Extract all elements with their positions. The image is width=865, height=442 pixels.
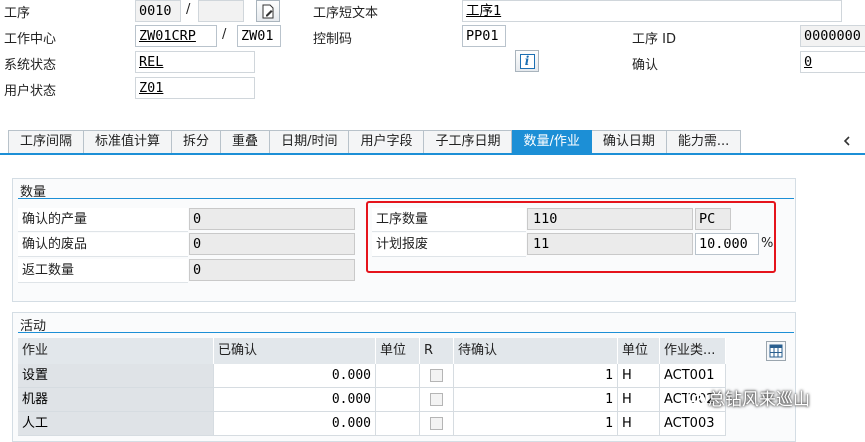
watermark-text: 总钻风来巡山 <box>708 390 810 410</box>
col-header-confirmed[interactable]: 已确认 <box>214 338 376 364</box>
work-center-field[interactable]: ZW01CRP <box>135 25 217 47</box>
r-checkbox[interactable] <box>430 393 443 406</box>
table-row-3-confirmed[interactable]: 0.000 <box>214 412 376 436</box>
op-short-text-field[interactable]: 工序1 <box>462 0 842 22</box>
tab-op-interval[interactable]: 工序间隔 <box>8 130 85 154</box>
table-row-2-remaining[interactable]: 1 <box>454 388 618 412</box>
confirmed-yield-label: 确认的产量 <box>18 208 188 232</box>
confirmed-scrap-field: 0 <box>189 233 355 255</box>
rework-qty-label: 返工数量 <box>18 259 188 283</box>
control-key-label: 控制码 <box>313 32 353 47</box>
info-button[interactable]: i <box>515 50 539 72</box>
operation-label: 工序 <box>4 6 31 21</box>
table-row-2-confirmed[interactable]: 0.000 <box>214 388 376 412</box>
rework-qty-field: 0 <box>189 259 355 281</box>
table-row-1-activity: 设置 <box>18 364 214 388</box>
confirm-field[interactable]: 0 <box>800 51 865 73</box>
table-row-1-remaining[interactable]: 1 <box>454 364 618 388</box>
table-row-2-r[interactable] <box>420 388 454 412</box>
table-settings-button[interactable] <box>766 341 786 361</box>
table-row-3-unit2[interactable]: H <box>618 412 660 436</box>
confirmed-yield-field: 0 <box>189 208 355 230</box>
system-status-label: 系统状态 <box>4 58 57 73</box>
col-header-unit2[interactable]: 单位 <box>618 338 660 364</box>
wechat-icon <box>686 389 706 410</box>
tab-split[interactable]: 拆分 <box>172 130 222 154</box>
user-status-label: 用户状态 <box>4 84 57 99</box>
tab-confirm-dates[interactable]: 确认日期 <box>591 130 667 154</box>
table-row-3-r[interactable] <box>420 412 454 436</box>
table-row-1-unit2[interactable]: H <box>618 364 660 388</box>
table-row-3-activity: 人工 <box>18 412 214 436</box>
confirmed-scrap-label: 确认的废品 <box>18 233 188 257</box>
tab-dates-times[interactable]: 日期/时间 <box>270 130 350 154</box>
operation-id-label: 工序 ID <box>632 32 676 47</box>
tab-overlap[interactable]: 重叠 <box>221 130 271 154</box>
control-key-field[interactable]: PP01 <box>462 25 506 47</box>
user-status-field[interactable]: Z01 <box>135 77 255 99</box>
tab-underline <box>0 153 865 155</box>
tab-scroll-left-button[interactable] <box>836 130 858 152</box>
operation-field[interactable]: 0010 <box>135 0 181 22</box>
op-short-text-label: 工序短文本 <box>313 6 379 21</box>
table-row-3-unit[interactable] <box>376 412 420 436</box>
plant-field[interactable]: ZW01 <box>237 25 281 47</box>
work-center-label: 工作中心 <box>4 32 57 47</box>
table-row-2-unit[interactable] <box>376 388 420 412</box>
col-header-r[interactable]: R <box>420 338 454 364</box>
table-row-3-remaining[interactable]: 1 <box>454 412 618 436</box>
col-header-activity-type[interactable]: 作业类... <box>660 338 726 364</box>
table-row-2-unit2[interactable]: H <box>618 388 660 412</box>
table-row-2-activity: 机器 <box>18 388 214 412</box>
info-icon: i <box>519 53 535 69</box>
col-header-remaining[interactable]: 待确认 <box>454 338 618 364</box>
highlight-box <box>366 201 776 273</box>
col-header-activity[interactable]: 作业 <box>18 338 214 364</box>
table-row-1-confirmed[interactable]: 0.000 <box>214 364 376 388</box>
r-checkbox[interactable] <box>430 417 443 430</box>
operation-slash: / <box>186 2 191 17</box>
quantity-title-line <box>18 198 794 199</box>
sub-operation-field[interactable] <box>198 0 244 22</box>
confirm-label: 确认 <box>632 58 659 73</box>
tab-qty-activities[interactable]: 数量/作业 <box>512 130 592 154</box>
long-text-button[interactable] <box>256 0 280 22</box>
table-row-1-unit[interactable] <box>376 364 420 388</box>
col-header-unit[interactable]: 单位 <box>376 338 420 364</box>
tab-strip: 工序间隔 标准值计算 拆分 重叠 日期/时间 用户字段 子工序日期 数量/作业 … <box>8 130 742 154</box>
r-checkbox[interactable] <box>430 369 443 382</box>
chevron-left-icon <box>843 136 850 146</box>
tab-capacity-req[interactable]: 能力需... <box>666 130 742 154</box>
operation-id-field: 0000000 <box>800 25 865 47</box>
table-config-icon <box>769 344 783 358</box>
table-row-1-r[interactable] <box>420 364 454 388</box>
tab-standard-value-calc[interactable]: 标准值计算 <box>84 130 173 154</box>
tab-user-fields[interactable]: 用户字段 <box>349 130 425 154</box>
table-row-3-type[interactable]: ACT003 <box>660 412 726 436</box>
activities-title-line <box>18 332 794 333</box>
system-status-field[interactable]: REL <box>135 51 255 73</box>
plant-slash: / <box>222 27 227 42</box>
edit-document-icon <box>262 4 273 18</box>
tab-sub-op-dates[interactable]: 子工序日期 <box>424 130 513 154</box>
